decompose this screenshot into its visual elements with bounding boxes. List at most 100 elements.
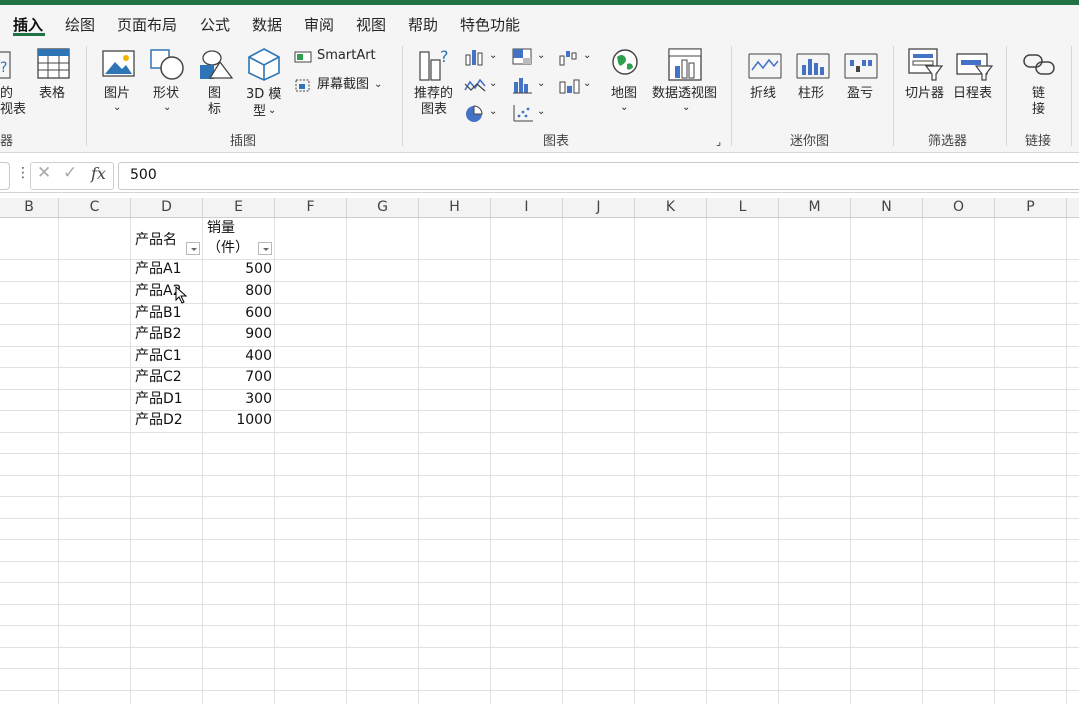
sparkline-winloss-button[interactable]: 盈亏 bbox=[847, 86, 873, 102]
combo-chart-icon[interactable] bbox=[558, 76, 582, 94]
tab-review[interactable]: 审阅 bbox=[304, 14, 334, 35]
more-options-icon[interactable]: ⋮ bbox=[16, 165, 30, 181]
icons-button-l1[interactable]: 图 bbox=[208, 86, 221, 102]
column-header-e[interactable]: E bbox=[203, 198, 275, 217]
shapes-chevron-icon[interactable]: ⌄ bbox=[163, 100, 171, 116]
cell-product-name[interactable]: 产品B1 bbox=[135, 303, 182, 324]
smartart-button[interactable]: SmartArt bbox=[317, 48, 376, 64]
table-button[interactable]: 表格 bbox=[39, 86, 65, 102]
cell-product-name[interactable]: 产品B2 bbox=[135, 324, 182, 345]
column-header-p[interactable]: P bbox=[995, 198, 1067, 217]
column-header-k[interactable]: K bbox=[635, 198, 707, 217]
column-header-l[interactable]: L bbox=[707, 198, 779, 217]
header-sales-l2[interactable]: （件） bbox=[207, 239, 249, 257]
hierarchy-chart-icon[interactable] bbox=[512, 48, 534, 66]
column-header-m[interactable]: M bbox=[779, 198, 851, 217]
waterfall-chart-icon[interactable] bbox=[558, 48, 582, 66]
3d-model-button-l2[interactable]: 型 bbox=[253, 104, 266, 120]
tab-formulas[interactable]: 公式 bbox=[200, 14, 230, 35]
tab-help[interactable]: 帮助 bbox=[408, 14, 438, 35]
map-chevron-icon[interactable]: ⌄ bbox=[620, 100, 628, 116]
cell-product-name[interactable]: 产品D1 bbox=[135, 389, 183, 410]
cancel-icon[interactable]: ✕ bbox=[37, 163, 51, 183]
cell-product-name[interactable]: 产品D2 bbox=[135, 410, 183, 431]
3d-model-chevron-icon[interactable]: ⌄ bbox=[268, 103, 276, 119]
recommended-charts-l1[interactable]: 推荐的 bbox=[414, 86, 453, 102]
tab-special-features[interactable]: 特色功能 bbox=[460, 14, 520, 35]
insert-function-icon[interactable]: fx bbox=[91, 164, 106, 183]
combo-chart-chevron-icon[interactable]: ⌄ bbox=[583, 76, 591, 92]
column-chart-chevron-icon[interactable]: ⌄ bbox=[489, 48, 497, 64]
scatter-chart-chevron-icon[interactable]: ⌄ bbox=[537, 104, 545, 120]
cell-product-name[interactable]: 产品C1 bbox=[135, 346, 182, 367]
line-chart-icon[interactable] bbox=[464, 76, 488, 94]
tab-insert[interactable]: 插入 bbox=[13, 14, 43, 35]
tab-page-layout[interactable]: 页面布局 bbox=[117, 14, 177, 35]
pie-chart-icon[interactable] bbox=[464, 104, 488, 122]
column-header-h[interactable]: H bbox=[419, 198, 491, 217]
column-header-g[interactable]: G bbox=[347, 198, 419, 217]
column-header-j[interactable]: J bbox=[563, 198, 635, 217]
screenshot-icon[interactable] bbox=[294, 78, 312, 94]
column-header-i[interactable]: I bbox=[491, 198, 563, 217]
tab-draw[interactable]: 绘图 bbox=[65, 14, 95, 35]
cell-sales-qty[interactable]: 800 bbox=[205, 281, 272, 302]
charts-dialog-launcher-icon[interactable]: ⌟ bbox=[716, 134, 721, 150]
hierarchy-chart-chevron-icon[interactable]: ⌄ bbox=[537, 48, 545, 64]
filter-dropdown-name-icon[interactable] bbox=[186, 242, 200, 255]
pie-chart-chevron-icon[interactable]: ⌄ bbox=[489, 104, 497, 120]
recommended-charts-l2[interactable]: 图表 bbox=[421, 102, 447, 118]
statistic-chart-chevron-icon[interactable]: ⌄ bbox=[537, 76, 545, 92]
sparkline-column-button[interactable]: 柱形 bbox=[798, 86, 824, 102]
sparkline-winloss-icon[interactable] bbox=[844, 50, 878, 80]
smartart-icon[interactable] bbox=[294, 50, 312, 64]
cell-sales-qty[interactable]: 600 bbox=[205, 303, 272, 324]
pivot-chart-icon[interactable] bbox=[668, 48, 704, 82]
link-button-l1[interactable]: 链 bbox=[1032, 86, 1045, 102]
cell-sales-qty[interactable]: 300 bbox=[205, 389, 272, 410]
3d-model-button-l1[interactable]: 3D 模 bbox=[246, 87, 281, 103]
link-icon[interactable] bbox=[1022, 52, 1058, 78]
sparkline-line-icon[interactable] bbox=[748, 50, 782, 80]
table-icon[interactable] bbox=[37, 48, 71, 80]
column-header-n[interactable]: N bbox=[851, 198, 923, 217]
pivot-chart-chevron-icon[interactable]: ⌄ bbox=[682, 100, 690, 116]
formula-input[interactable] bbox=[118, 162, 1079, 190]
column-header-q[interactable] bbox=[1067, 198, 1079, 217]
column-header-b[interactable]: B bbox=[0, 198, 59, 217]
cell-sales-qty[interactable]: 500 bbox=[205, 259, 272, 280]
shapes-icon[interactable] bbox=[150, 48, 186, 82]
recommended-charts-icon[interactable]: ? bbox=[418, 46, 454, 82]
cell-product-name[interactable]: 产品A1 bbox=[135, 259, 181, 280]
slicer-button[interactable]: 切片器 bbox=[905, 86, 944, 102]
column-chart-icon[interactable] bbox=[464, 48, 488, 66]
timeline-button[interactable]: 日程表 bbox=[953, 86, 992, 102]
cell-sales-qty[interactable]: 400 bbox=[205, 346, 272, 367]
icons-button-l2[interactable]: 标 bbox=[208, 102, 221, 118]
name-box[interactable] bbox=[0, 162, 10, 190]
scatter-chart-icon[interactable] bbox=[512, 104, 534, 122]
waterfall-chart-chevron-icon[interactable]: ⌄ bbox=[583, 48, 591, 64]
column-header-d[interactable]: D bbox=[131, 198, 203, 217]
icons-icon[interactable] bbox=[198, 48, 234, 82]
cell-sales-qty[interactable]: 700 bbox=[205, 367, 272, 388]
tab-data[interactable]: 数据 bbox=[252, 14, 282, 35]
cell-sales-qty[interactable]: 1000 bbox=[205, 410, 272, 431]
column-header-f[interactable]: F bbox=[275, 198, 347, 217]
picture-chevron-icon[interactable]: ⌄ bbox=[113, 100, 121, 116]
sparkline-line-button[interactable]: 折线 bbox=[750, 86, 776, 102]
slicer-icon[interactable] bbox=[908, 48, 944, 82]
header-product-name[interactable]: 产品名 bbox=[135, 230, 177, 251]
3d-model-icon[interactable] bbox=[246, 46, 282, 82]
enter-icon[interactable]: ✓ bbox=[63, 163, 77, 183]
screenshot-chevron-icon[interactable]: ⌄ bbox=[374, 77, 382, 93]
column-header-c[interactable]: C bbox=[59, 198, 131, 217]
link-button-l2[interactable]: 接 bbox=[1032, 102, 1045, 118]
statistic-chart-icon[interactable] bbox=[512, 76, 534, 94]
map-icon[interactable] bbox=[610, 47, 640, 79]
cell-product-name[interactable]: 产品C2 bbox=[135, 367, 182, 388]
line-chart-chevron-icon[interactable]: ⌄ bbox=[489, 76, 497, 92]
tab-view[interactable]: 视图 bbox=[356, 14, 386, 35]
sparkline-column-icon[interactable] bbox=[796, 50, 830, 80]
pivot-table-icon[interactable]: ? bbox=[0, 50, 14, 80]
